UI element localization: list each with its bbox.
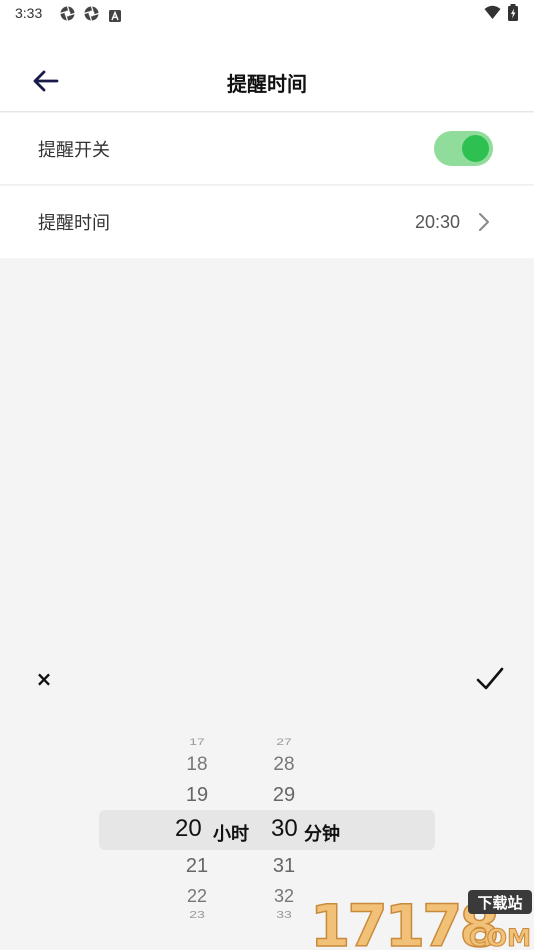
hour-option[interactable]: 22 [167, 886, 227, 907]
reminder-time-value: 20:30 [414, 211, 460, 232]
hour-option[interactable]: 21 [167, 855, 227, 878]
hour-selected[interactable]: 20 [175, 815, 202, 843]
minute-option[interactable]: 28 [254, 754, 314, 776]
check-icon[interactable] [474, 664, 506, 694]
page-title: 提醒时间 [227, 72, 307, 96]
watermark-sub-top: 下载站 [477, 894, 522, 912]
app-bar: 提醒时间 [0, 28, 534, 112]
reminder-time-label: 提醒时间 [38, 213, 110, 234]
font-a-icon [109, 7, 121, 22]
minute-unit-label: 分钟 [304, 824, 340, 845]
aperture-icon [60, 6, 75, 21]
minute-option[interactable]: 29 [254, 784, 314, 807]
minute-option[interactable]: 32 [254, 886, 314, 907]
reminder-switch-row: 提醒开关 [0, 113, 534, 185]
minute-option[interactable]: 31 [254, 855, 314, 878]
minute-option[interactable]: 33 [254, 908, 314, 920]
watermark-sub-bottom: COM [469, 924, 531, 950]
toggle-knob [462, 135, 489, 162]
status-time: 3:33 [15, 5, 43, 21]
hour-option[interactable]: 18 [167, 754, 227, 776]
hour-option[interactable]: 23 [167, 908, 227, 920]
hour-unit-label: 小时 [213, 824, 249, 845]
minute-option[interactable]: 27 [254, 737, 314, 747]
status-bar: 3:33 [0, 0, 534, 28]
minute-selected[interactable]: 30 [271, 815, 298, 843]
close-icon[interactable]: × [32, 667, 56, 691]
hour-option[interactable]: 17 [167, 737, 227, 747]
reminder-time-row[interactable]: 提醒时间 20:30 [0, 186, 534, 258]
reminder-switch-label: 提醒开关 [38, 139, 110, 161]
chevron-right-icon [479, 213, 489, 231]
hour-option[interactable]: 19 [167, 784, 227, 807]
wifi-icon [484, 5, 501, 20]
reminder-toggle[interactable] [434, 131, 493, 166]
watermark-logo: 17178 下载站 COM [308, 886, 534, 950]
battery-icon [507, 4, 519, 21]
aperture-icon [84, 6, 99, 21]
